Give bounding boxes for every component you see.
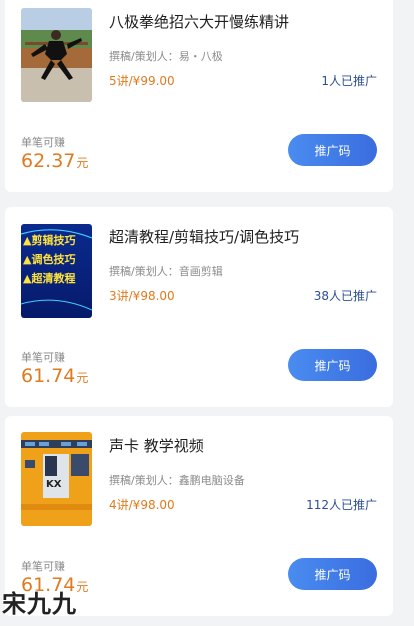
promo-code-button[interactable]: 推广码 <box>288 134 377 166</box>
course-title[interactable]: 声卡 教学视频 <box>109 435 204 456</box>
course-author: 撰稿/策划人：鑫鹏电脑设备 <box>109 474 245 487</box>
earn-amount-unit: 元 <box>76 371 89 385</box>
earn-amount-value: 61.74 <box>21 365 76 387</box>
course-price: 5讲/¥99.00 <box>109 74 175 88</box>
promoted-count: 112人已推广 <box>306 498 377 512</box>
course-card[interactable]: 八极拳绝招六大开慢练精讲 撰稿/策划人：易・八极 5讲/¥99.00 1人已推广… <box>5 0 393 192</box>
thumb-text-line: ▲剪辑技巧 <box>23 233 75 247</box>
earn-amount-unit: 元 <box>76 580 89 594</box>
course-author: 撰稿/策划人：音画剪辑 <box>109 265 223 278</box>
earn-label: 单笔可赚 <box>21 560 65 573</box>
course-title[interactable]: 八极拳绝招六大开慢练精讲 <box>109 11 289 32</box>
promoted-count: 1人已推广 <box>321 74 377 88</box>
promo-code-button[interactable]: 推广码 <box>288 558 377 590</box>
promoted-count: 38人已推广 <box>313 289 377 303</box>
earn-amount-unit: 元 <box>76 156 89 170</box>
earn-amount: 61.74元 <box>21 365 88 387</box>
course-thumbnail[interactable]: ▲剪辑技巧 ▲调色技巧 ▲超清教程 <box>21 224 92 318</box>
watermark: 宋九九 <box>2 590 77 618</box>
thumb-text-line: KX <box>46 479 62 490</box>
course-title[interactable]: 超清教程/剪辑技巧/调色技巧 <box>109 226 299 247</box>
thumb-text-line: ▲超清教程 <box>23 271 75 285</box>
thumb-text-line: ▲调色技巧 <box>23 252 75 266</box>
promo-code-button[interactable]: 推广码 <box>288 349 377 381</box>
course-thumbnail[interactable]: KX <box>21 432 92 526</box>
course-price: 4讲/¥98.00 <box>109 498 175 512</box>
earn-amount: 62.37元 <box>21 150 88 172</box>
earn-label: 单笔可赚 <box>21 136 65 149</box>
course-card[interactable]: ▲剪辑技巧 ▲调色技巧 ▲超清教程 超清教程/剪辑技巧/调色技巧 撰稿/策划人：… <box>5 207 393 407</box>
course-author: 撰稿/策划人：易・八极 <box>109 50 223 63</box>
course-thumbnail[interactable] <box>21 8 92 102</box>
course-price: 3讲/¥98.00 <box>109 289 175 303</box>
earn-label: 单笔可赚 <box>21 351 65 364</box>
earn-amount-value: 62.37 <box>21 150 76 172</box>
